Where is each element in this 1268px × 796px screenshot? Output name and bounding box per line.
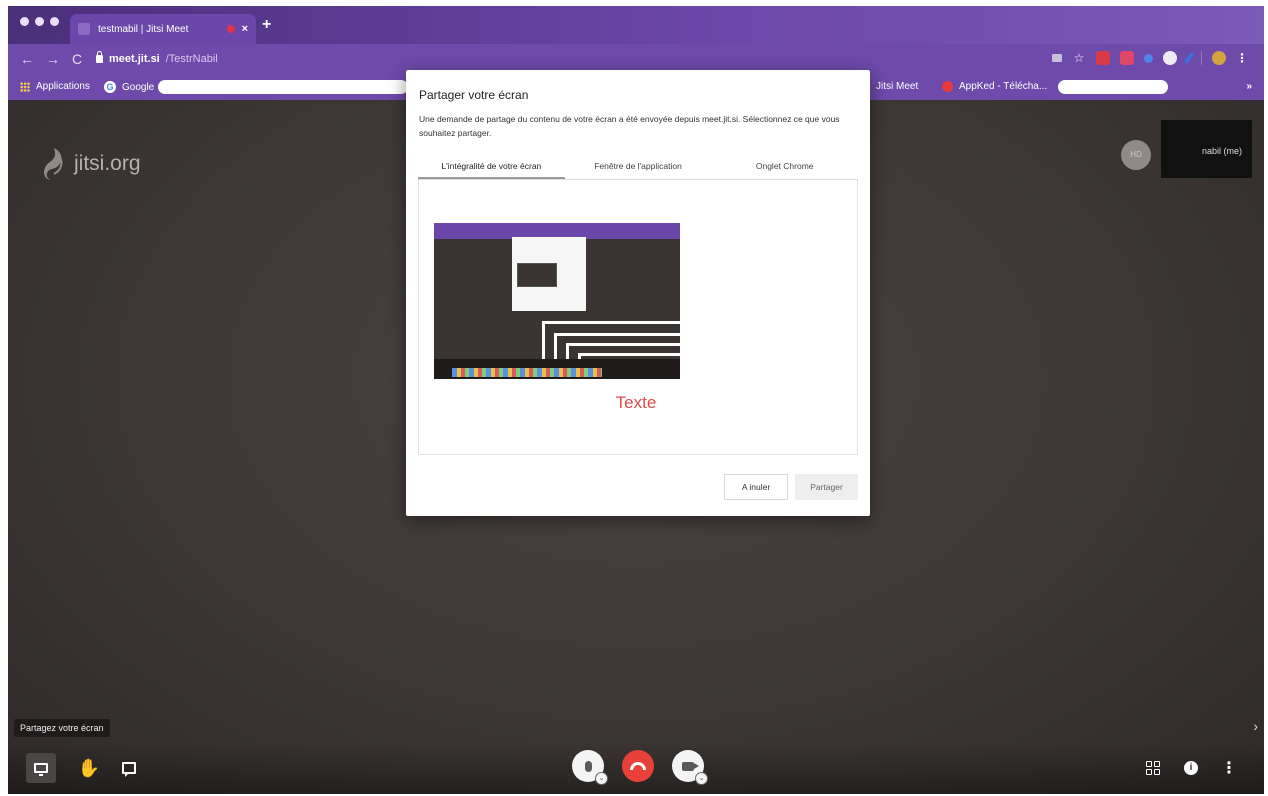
microphone-button[interactable]: ⌄ [572,750,608,785]
toolbar-divider [1201,51,1202,65]
participant-name: nabil (me) [1201,146,1242,156]
screen-preview-thumbnail[interactable] [434,223,680,379]
minimize-window-button[interactable] [35,17,44,26]
url-host: meet.jit.si [109,53,160,65]
google-icon: G [104,81,116,93]
window-controls [20,17,59,26]
hangup-icon [630,762,646,770]
share-screen-dialog: Partager votre écran Une demande de part… [406,70,870,516]
star-icon[interactable]: ☆ [1072,51,1086,65]
appked-icon [942,81,953,92]
lock-icon [96,51,103,63]
bookmark-google[interactable]: G Google [104,81,154,93]
tile-view-icon [1146,761,1160,775]
screen-selection-panel: Texte [418,180,858,455]
forward-button[interactable]: → [46,51,60,67]
bookmark-label: Jitsi Meet [876,81,919,92]
chat-icon [122,762,136,777]
profile-avatar-icon[interactable] [1212,51,1226,65]
new-tab-button[interactable]: + [262,16,271,34]
share-button[interactable]: Partager [795,474,858,500]
bookmark-applications[interactable]: Applications [20,81,90,92]
jitsi-logo-icon [44,148,63,180]
extension-circle-icon[interactable] [1163,51,1177,65]
tab-close-icon[interactable]: × [242,23,248,35]
apps-grid-icon [20,81,30,92]
bookmark-appked[interactable]: AppKed - Télécha... [942,81,1047,92]
maximize-window-button[interactable] [50,17,59,26]
chevron-down-icon[interactable]: ⌄ [595,772,608,785]
camera-button[interactable]: ⌄ [672,750,708,785]
tile-view-button[interactable] [1138,753,1168,783]
bookmark-label: AppKed - Télécha... [959,81,1048,92]
bookmark-label: Google [122,81,155,93]
bookmark-jitsi-meet[interactable]: Jitsi Meet [876,81,918,92]
dialog-tabs: L'intégralité de votre écran Fenêtre de … [418,154,858,180]
pen-icon[interactable] [1183,51,1195,65]
chevron-down-icon[interactable]: ⌄ [695,772,708,785]
redacted-bookmarks [158,80,408,94]
share-screen-tooltip: Partagez votre écran [14,719,110,737]
share-screen-button[interactable] [26,753,56,783]
dialog-description: Une demande de partage du contenu de vot… [419,114,840,138]
back-button[interactable]: ← [20,51,34,67]
extension-blue-dot-icon[interactable] [1144,53,1153,63]
browser-tab[interactable]: testmabil | Jitsi Meet × [70,14,256,44]
info-icon: i [1184,761,1198,775]
cancel-button[interactable]: A inuler [724,474,788,500]
redacted-bookmarks [1058,80,1168,94]
screen-share-icon [34,763,48,776]
bookmark-label: Applications [36,81,90,92]
tab-chrome-tab[interactable]: Onglet Chrome [711,154,858,179]
preview-dock-icons [452,368,602,377]
tab-strip: testmabil | Jitsi Meet × + [8,6,1264,44]
extension-red-icon[interactable] [1096,51,1110,65]
close-window-button[interactable] [20,17,29,26]
chat-button[interactable] [114,753,144,783]
extension-pink-icon[interactable] [1120,51,1134,65]
browser-window: testmabil | Jitsi Meet × + ← → C meet.ji… [8,6,1264,794]
tab-entire-screen[interactable]: L'intégralité de votre écran [418,154,565,179]
recording-indicator-icon [226,25,235,33]
tab-title: testmabil | Jitsi Meet [98,23,189,35]
reload-button[interactable]: C [72,51,82,67]
more-options-button[interactable]: ⋮ [1214,753,1244,783]
meeting-toolbar: ✋ ⌄ ⌄ i ⋮ [8,742,1264,794]
cast-icon[interactable] [1052,54,1062,62]
hand-icon: ✋ [77,757,101,778]
info-button[interactable]: i [1176,753,1206,783]
participant-avatar[interactable]: HD [1121,140,1151,170]
preview-dialog [512,237,586,311]
extension-icons: ☆ ⋮ [1052,51,1250,65]
camera-icon [682,761,699,771]
chevron-right-icon[interactable]: › [1253,718,1258,734]
browser-menu-icon[interactable]: ⋮ [1236,51,1250,65]
raise-hand-button[interactable]: ✋ [74,753,104,783]
jitsi-logo[interactable]: jitsi.org [40,146,141,182]
dialog-title: Partager votre écran [419,88,529,102]
jitsi-favicon-icon [78,23,90,35]
address-bar[interactable]: meet.jit.si/TestrNabil [96,50,218,68]
hangup-button[interactable] [622,750,654,782]
preview-dock-bar [434,359,680,379]
preview-inner-screen [517,263,557,287]
logo-text: jitsi.org [74,152,141,175]
preview-label: Texte [615,393,657,412]
local-video-thumbnail[interactable]: nabil (me) [1161,120,1252,178]
tab-application-window[interactable]: Fenêtre de l'application [565,154,712,179]
url-path: /TestrNabil [165,53,218,65]
microphone-icon [584,760,592,772]
bookmarks-overflow-icon[interactable]: » [1246,81,1252,92]
more-vertical-icon: ⋮ [1221,760,1237,777]
